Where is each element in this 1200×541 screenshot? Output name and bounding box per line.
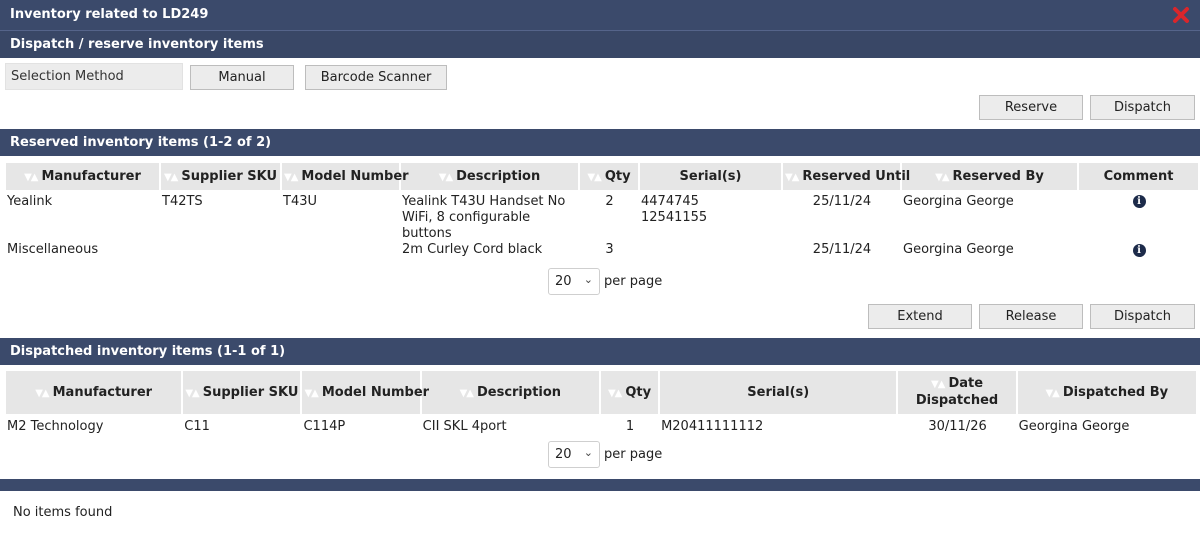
col-header-reserved-until[interactable]: ▼▲ Reserved Until [783, 163, 910, 190]
cell-serials: 4474745 12541155 [641, 194, 708, 225]
barcode-scanner-button[interactable]: Barcode Scanner [305, 65, 447, 90]
dispatch-reserved-button[interactable]: Dispatch [1090, 304, 1195, 329]
cell-comment: i [1079, 242, 1198, 262]
reserve-button[interactable]: Reserve [979, 95, 1083, 120]
reserved-section-title: Reserved inventory items (1-2 of 2) [10, 135, 272, 150]
dispatched-per-page-select[interactable]: 20 ⌄ [548, 441, 600, 468]
col-header-manufacturer[interactable]: ▼▲ Manufacturer [6, 371, 182, 414]
cell-manufacturer: M2 Technology [7, 419, 104, 434]
table-row: M2 Technology C11 C114P CII SKL 4port 1 … [6, 414, 1196, 440]
window-title-bar: Inventory related to LD249 [0, 0, 1200, 30]
col-header-description[interactable]: ▼▲ Description [421, 371, 599, 414]
col-header-reserved-by[interactable]: ▼▲ Reserved By [902, 163, 1077, 190]
release-button[interactable]: Release [979, 304, 1083, 329]
cell-model-number [282, 242, 399, 262]
reserved-per-page-label: per page [604, 274, 663, 289]
dispatched-section-header: Dispatched inventory items (1-1 of 1) [0, 338, 1200, 365]
sort-arrows-icon[interactable]: ▼▲ [284, 172, 298, 183]
table-row: Yealink T42TS T43U Yealink T43U Handset … [6, 190, 1198, 242]
no-items-message: No items found [13, 505, 113, 520]
sort-arrows-icon[interactable]: ▼▲ [164, 172, 178, 183]
cell-supplier-sku [161, 242, 280, 262]
reserved-section-header: Reserved inventory items (1-2 of 2) [0, 129, 1200, 156]
col-header-supplier-sku[interactable]: ▼▲ Supplier SKU [183, 371, 301, 414]
col-header-supplier-sku[interactable]: ▼▲ Supplier SKU [161, 163, 280, 190]
dispatched-per-page-label: per page [604, 447, 663, 462]
sort-arrows-icon[interactable]: ▼▲ [460, 388, 474, 399]
chevron-down-icon: ⌄ [583, 446, 593, 459]
cell-reserved-until: 25/11/24 [812, 194, 872, 209]
dispatch-section-header: Dispatch / reserve inventory items [0, 30, 1200, 58]
cell-serials: M20411111112 [661, 419, 764, 434]
col-header-description[interactable]: ▼▲ Description [401, 163, 578, 190]
cell-qty: 2 [605, 194, 614, 209]
col-header-model-number[interactable]: ▼▲ Model Number [282, 163, 409, 190]
cell-supplier-sku: T42TS [162, 194, 203, 209]
cell-description: Yealink T43U Handset No WiFi, 8 configura… [402, 194, 566, 241]
info-icon[interactable]: i [1132, 195, 1146, 208]
cell-dispatched-by: Georgina George [1018, 419, 1130, 434]
sort-arrows-icon[interactable]: ▼▲ [931, 379, 945, 390]
manual-button[interactable]: Manual [190, 65, 294, 90]
cell-qty: 1 [625, 419, 635, 434]
col-header-comment: Comment [1079, 163, 1198, 190]
empty-section-header [0, 479, 1200, 491]
cell-model-number: C114P [303, 419, 346, 434]
cell-qty: 3 [605, 242, 614, 257]
sort-arrows-icon[interactable]: ▼▲ [185, 388, 199, 399]
cell-date-dispatched: 30/11/26 [928, 419, 987, 434]
sort-arrows-icon[interactable]: ▼▲ [608, 388, 622, 399]
sort-arrows-icon[interactable]: ▼▲ [24, 172, 38, 183]
cell-description: CII SKL 4port [422, 419, 507, 434]
cell-reserved-until: 25/11/24 [812, 242, 872, 257]
window-title: Inventory related to LD249 [10, 7, 209, 22]
cell-serials [640, 242, 781, 262]
sort-arrows-icon[interactable]: ▼▲ [935, 172, 949, 183]
cell-reserved-by: Georgina George [903, 194, 1014, 209]
dispatched-section-title: Dispatched inventory items (1-1 of 1) [10, 344, 286, 359]
reserved-per-page-select[interactable]: 20 ⌄ [548, 268, 600, 295]
info-icon[interactable]: i [1132, 244, 1146, 257]
cell-manufacturer: Yealink [7, 194, 53, 209]
col-header-dispatched-by[interactable]: ▼▲ Dispatched By [1017, 371, 1196, 414]
dispatch-button-top[interactable]: Dispatch [1090, 95, 1195, 120]
dispatch-section-title: Dispatch / reserve inventory items [10, 37, 264, 52]
sort-arrows-icon[interactable]: ▼▲ [587, 172, 601, 183]
table-row: Miscellaneous 2m Curley Cord black 3 25/… [6, 242, 1198, 262]
selection-method-label: Selection Method [5, 63, 183, 90]
col-header-serials: Serial(s) [660, 371, 897, 414]
cell-comment: i [1079, 190, 1198, 242]
sort-arrows-icon[interactable]: ▼▲ [304, 388, 318, 399]
sort-arrows-icon[interactable]: ▼▲ [439, 172, 453, 183]
dispatched-items-table: ▼▲ Manufacturer ▼▲ Supplier SKU ▼▲ Model Nu… [4, 371, 1198, 440]
sort-arrows-icon[interactable]: ▼▲ [1045, 388, 1059, 399]
cell-supplier-sku: C11 [184, 419, 210, 434]
col-header-serials: Serial(s) [640, 163, 781, 190]
col-header-qty[interactable]: ▼▲ Qty [600, 371, 659, 414]
cell-description: 2m Curley Cord black [402, 242, 543, 257]
col-header-model-number[interactable]: ▼▲ Model Number [302, 371, 429, 414]
cell-reserved-by: Georgina George [903, 242, 1014, 257]
extend-button[interactable]: Extend [868, 304, 972, 329]
sort-arrows-icon[interactable]: ▼▲ [35, 388, 49, 399]
col-header-manufacturer[interactable]: ▼▲ Manufacturer [6, 163, 159, 190]
col-header-qty[interactable]: ▼▲ Qty [580, 163, 638, 190]
chevron-down-icon: ⌄ [583, 273, 593, 286]
cell-manufacturer: Miscellaneous [7, 242, 99, 257]
reserved-items-table: ▼▲ Manufacturer ▼▲ Supplier SKU ▼▲ Model Nu… [4, 163, 1200, 262]
sort-arrows-icon[interactable]: ▼▲ [785, 172, 799, 183]
col-header-date-dispatched[interactable]: ▼▲ Date Dispatched [898, 371, 1016, 414]
cell-model-number: T43U [283, 194, 317, 209]
close-icon[interactable] [1172, 6, 1190, 24]
